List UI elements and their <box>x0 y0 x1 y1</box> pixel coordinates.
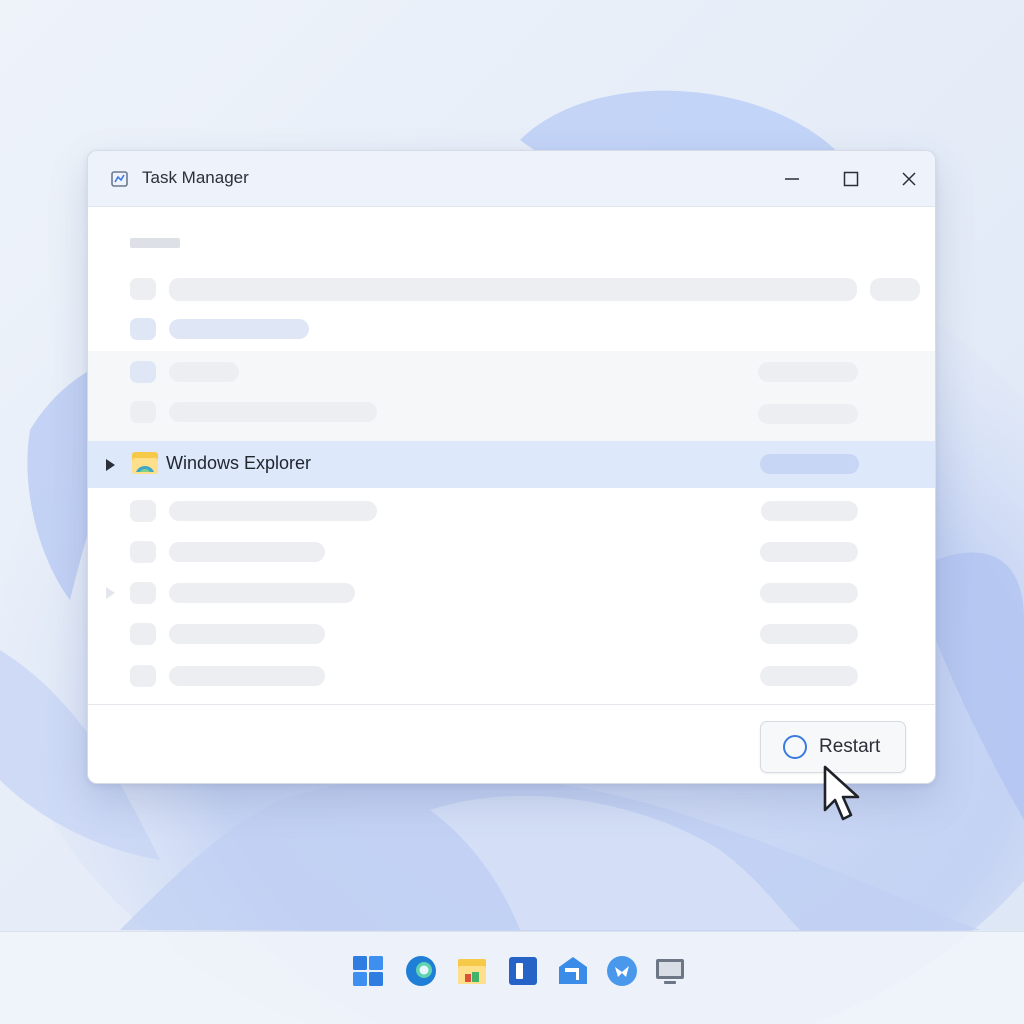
task-manager-icon <box>109 168 131 190</box>
task-manager-window: Task Manager Windows Explorer Restart <box>87 150 936 784</box>
mouse-cursor-icon <box>822 764 864 824</box>
expand-arrow-icon[interactable] <box>104 585 116 599</box>
table-row[interactable] <box>169 666 325 686</box>
monitor-icon[interactable] <box>653 954 687 988</box>
row-value <box>761 501 858 521</box>
row-icon <box>130 665 156 687</box>
row-icon <box>130 623 156 645</box>
close-button[interactable] <box>887 161 931 197</box>
window-title: Task Manager <box>142 168 249 187</box>
table-row[interactable] <box>169 624 325 644</box>
filter-button[interactable] <box>870 278 920 301</box>
list-item[interactable] <box>169 319 309 339</box>
row-value <box>760 624 858 644</box>
section-label-placeholder <box>130 238 180 248</box>
table-row[interactable] <box>169 402 377 422</box>
row-value <box>758 362 858 382</box>
row-value <box>758 404 858 424</box>
row-icon <box>130 582 156 604</box>
start-icon[interactable] <box>351 954 385 988</box>
teams-icon[interactable] <box>605 954 639 988</box>
row-value <box>760 542 858 562</box>
restart-icon <box>783 735 807 759</box>
row-value <box>760 454 859 474</box>
search-icon-placeholder <box>130 278 156 300</box>
folder-icon <box>131 450 159 476</box>
list-item-icon <box>130 318 156 340</box>
maximize-button[interactable] <box>829 161 873 197</box>
title-bar[interactable]: Task Manager <box>88 151 935 207</box>
table-row[interactable] <box>169 501 377 521</box>
expand-arrow-icon[interactable] <box>104 457 116 471</box>
widgets-icon[interactable] <box>506 954 540 988</box>
table-row[interactable] <box>169 362 239 382</box>
table-row[interactable] <box>169 583 355 603</box>
row-icon <box>130 541 156 563</box>
restart-button-label: Restart <box>819 736 881 757</box>
minimize-button[interactable] <box>770 161 814 197</box>
store-icon[interactable] <box>556 954 590 988</box>
file-explorer-icon[interactable] <box>455 954 489 988</box>
row-icon <box>130 500 156 522</box>
table-row[interactable] <box>169 542 325 562</box>
edge-icon[interactable] <box>404 954 438 988</box>
row-icon <box>130 401 156 423</box>
row-value <box>760 666 858 686</box>
process-name: Windows Explorer <box>166 453 312 473</box>
search-input[interactable] <box>169 278 857 301</box>
taskbar <box>0 931 1024 1024</box>
row-value <box>760 583 858 603</box>
row-icon <box>130 361 156 383</box>
footer-divider <box>88 704 935 705</box>
